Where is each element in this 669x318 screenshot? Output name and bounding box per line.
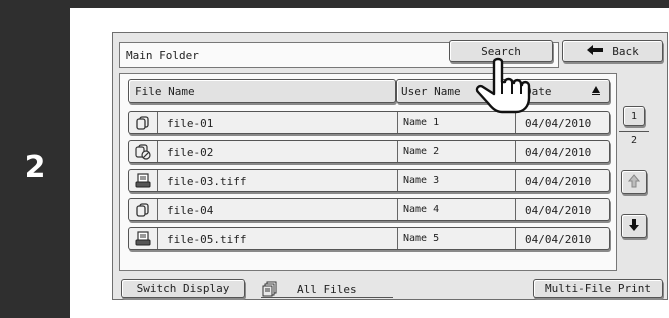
row-divider [157,228,158,249]
copy-job-icon [135,202,151,218]
file-name: file-05.tiff [167,233,247,246]
arrow-down-icon [628,218,640,235]
total-pages: 2 [630,135,638,146]
column-header-file-name[interactable]: File Name [128,79,396,103]
all-files-icon [262,281,278,297]
column-header-user-name-label: User Name [401,84,461,98]
file-date: 04/04/2010 [525,117,592,130]
arrow-up-icon [627,173,641,191]
page-number-button[interactable]: 1 [623,106,645,126]
copy-job-icon [135,115,151,131]
file-row[interactable]: file-04 Name 4 04/04/2010 [128,198,610,221]
row-divider [515,141,516,162]
scroll-up-button[interactable] [621,170,647,194]
row-divider [515,199,516,220]
file-name: file-04 [167,204,214,217]
switch-display-label: Switch Display [136,282,230,295]
scan-file-icon [135,231,151,247]
row-divider [157,170,158,191]
top-bar [0,0,669,8]
document-filing-panel: Main Folder Search Back File Name User N… [112,32,668,300]
step-number: 2 [24,150,46,185]
column-header-file-name-label: File Name [135,84,195,98]
user-name: Name 2 [403,146,440,157]
row-divider [157,112,158,133]
back-button[interactable]: Back [562,40,663,62]
file-row[interactable]: file-05.tiff Name 5 04/04/2010 [128,227,610,250]
row-divider [515,170,516,191]
file-name: file-01 [167,117,214,130]
folder-title: Main Folder [126,48,199,62]
multi-file-print-label: Multi-File Print [545,282,651,295]
file-date: 04/04/2010 [525,233,592,246]
multi-file-print-button[interactable]: Multi-File Print [533,279,663,298]
file-date: 04/04/2010 [525,175,592,188]
file-date: 04/04/2010 [525,204,592,217]
row-divider [397,112,398,133]
file-name: file-02 [167,146,214,159]
row-divider [397,170,398,191]
file-date: 04/04/2010 [525,146,592,159]
back-arrow-icon [586,44,604,59]
row-divider [397,228,398,249]
file-filter-label: All Files [297,283,357,296]
sort-ascending-icon [591,85,601,98]
scroll-down-button[interactable] [621,214,647,238]
scan-file-icon [135,173,151,189]
row-divider [157,199,158,220]
page-divider [619,131,649,132]
user-name: Name 5 [403,233,440,244]
user-name: Name 3 [403,175,440,186]
back-button-label: Back [612,44,639,58]
row-divider [157,141,158,162]
row-divider [397,199,398,220]
file-list: File Name User Name Date file-01 Name 1 … [119,73,617,271]
pointing-hand-icon [472,56,538,118]
row-divider [397,141,398,162]
row-divider [515,228,516,249]
switch-display-button[interactable]: Switch Display [121,279,245,298]
file-row[interactable]: file-03.tiff Name 3 04/04/2010 [128,169,610,192]
user-name: Name 1 [403,117,440,128]
user-name: Name 4 [403,204,440,215]
copy-job-prohibited-icon [135,144,151,160]
current-page: 1 [630,110,638,122]
file-row[interactable]: file-02 Name 2 04/04/2010 [128,140,610,163]
file-name: file-03.tiff [167,175,247,188]
